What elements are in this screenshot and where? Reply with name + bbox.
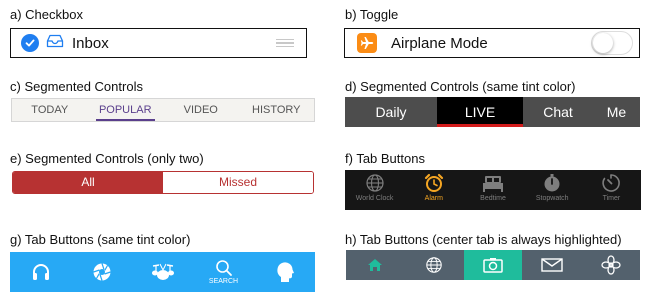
toggle-row: Airplane Mode bbox=[344, 28, 640, 58]
search-icon bbox=[215, 260, 232, 276]
tab-bar-tint: SEARCH bbox=[10, 252, 315, 292]
tab-label: Alarm bbox=[424, 195, 443, 202]
tab-bedtime[interactable]: Bedtime bbox=[463, 170, 522, 210]
camera-icon bbox=[483, 258, 503, 273]
tab-flower[interactable] bbox=[581, 250, 640, 280]
segmented-section-title: c) Segmented Controls bbox=[10, 79, 143, 94]
alarm-clock-icon bbox=[424, 173, 443, 192]
segmented-tint-control: Daily LIVE Chat Me bbox=[345, 97, 640, 127]
globe-icon bbox=[365, 174, 384, 192]
inbox-label: Inbox bbox=[72, 34, 109, 52]
segmented-two-control: All Missed bbox=[12, 171, 314, 194]
globe-icon bbox=[426, 257, 442, 273]
inbox-icon bbox=[46, 34, 64, 53]
airplane-mode-switch[interactable] bbox=[591, 31, 633, 55]
tab-center-section-title: h) Tab Buttons (center tab is always hig… bbox=[345, 232, 622, 247]
head-profile-icon bbox=[276, 262, 294, 282]
segment-today[interactable]: TODAY bbox=[12, 99, 88, 121]
tab-home[interactable] bbox=[346, 250, 405, 280]
tab-profile[interactable] bbox=[254, 252, 315, 292]
segment-chat[interactable]: Chat bbox=[523, 97, 593, 127]
tab-buttons-section-title: f) Tab Buttons bbox=[345, 151, 425, 166]
airplane-icon bbox=[357, 33, 377, 53]
checkbox-row[interactable]: Inbox bbox=[10, 28, 307, 58]
tab-drums[interactable] bbox=[132, 252, 193, 292]
tab-alarm[interactable]: Alarm bbox=[404, 170, 463, 210]
tab-tint-section-title: g) Tab Buttons (same tint color) bbox=[10, 232, 191, 247]
aperture-icon bbox=[92, 263, 111, 281]
tab-aperture[interactable] bbox=[71, 252, 132, 292]
timer-icon bbox=[602, 174, 621, 192]
tab-mail[interactable] bbox=[522, 250, 581, 280]
segmented-two-section-title: e) Segmented Controls (only two) bbox=[10, 151, 204, 166]
segment-missed[interactable]: Missed bbox=[163, 172, 313, 193]
segment-me[interactable]: Me bbox=[593, 97, 640, 127]
tab-globe[interactable] bbox=[405, 250, 464, 280]
tab-search-label: SEARCH bbox=[208, 278, 239, 285]
segment-popular[interactable]: POPULAR bbox=[88, 99, 164, 121]
home-icon bbox=[368, 259, 383, 271]
headphones-icon bbox=[32, 264, 49, 280]
reorder-handle-icon[interactable] bbox=[276, 37, 294, 50]
tab-timer[interactable]: Timer bbox=[582, 170, 641, 210]
tab-bar-clock: World Clock Alarm Bedtime Stopwatch Time… bbox=[345, 170, 641, 210]
segmented-control: TODAY POPULAR VIDEO HISTORY bbox=[11, 98, 315, 122]
checkmark-icon[interactable] bbox=[21, 34, 39, 52]
tab-world-clock[interactable]: World Clock bbox=[345, 170, 404, 210]
tab-label: Timer bbox=[602, 195, 621, 202]
switch-knob bbox=[593, 33, 613, 53]
flower-icon bbox=[600, 255, 621, 275]
segmented-tint-section-title: d) Segmented Controls (same tint color) bbox=[345, 79, 576, 94]
stopwatch-icon bbox=[544, 174, 560, 192]
checkbox-section-title: a) Checkbox bbox=[10, 7, 83, 22]
tab-camera[interactable] bbox=[463, 250, 523, 280]
segment-video[interactable]: VIDEO bbox=[163, 99, 239, 121]
segment-history[interactable]: HISTORY bbox=[239, 99, 315, 121]
tab-headphones[interactable] bbox=[10, 252, 71, 292]
toggle-section-title: b) Toggle bbox=[345, 7, 399, 22]
segment-all[interactable]: All bbox=[13, 172, 163, 193]
airplane-mode-label: Airplane Mode bbox=[391, 34, 488, 52]
tab-label: Stopwatch bbox=[535, 195, 569, 202]
tab-search[interactable]: SEARCH bbox=[193, 252, 254, 292]
segment-live[interactable]: LIVE bbox=[437, 97, 523, 127]
bed-icon bbox=[483, 176, 503, 192]
tab-bar-center bbox=[346, 250, 640, 280]
drums-icon bbox=[151, 263, 174, 280]
segment-daily[interactable]: Daily bbox=[345, 97, 437, 127]
tab-label: World Clock bbox=[355, 195, 394, 202]
tab-stopwatch[interactable]: Stopwatch bbox=[523, 170, 582, 210]
tab-label: Bedtime bbox=[480, 195, 506, 202]
mail-icon bbox=[541, 258, 563, 272]
